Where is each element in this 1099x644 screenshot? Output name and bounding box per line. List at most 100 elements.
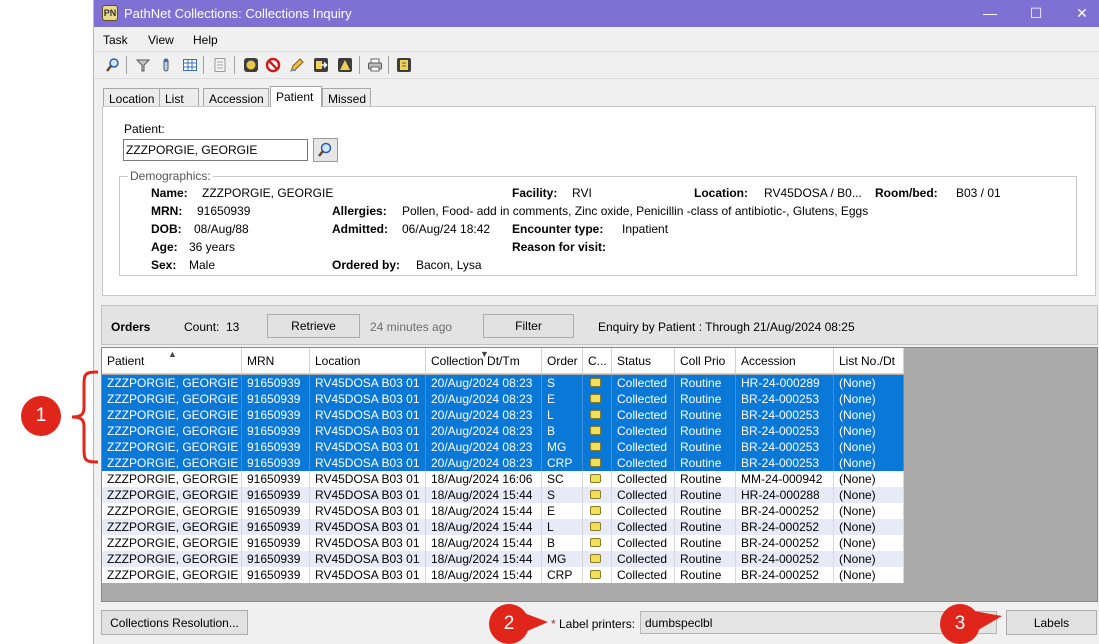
table-row[interactable]: ZZZPORGIE, GEORGIE 91650939 RV45DOSA B03 0… <box>102 551 904 567</box>
collections-resolution-button[interactable]: Collections Resolution... <box>101 610 248 635</box>
column-header-status[interactable]: Status <box>612 348 675 374</box>
cell-location: RV45DOSA B03 01 <box>310 407 426 423</box>
column-label: Status <box>617 354 652 368</box>
room-bed-label: Room/bed: <box>875 186 938 200</box>
orders-grid: Patient ▲ MRN Location Collection Dt/Tm ▼ … <box>101 347 1098 602</box>
cell-prio: Routine <box>675 391 736 407</box>
table-row[interactable]: ZZZPORGIE, GEORGIE 91650939 RV45DOSA B03 0… <box>102 471 904 487</box>
column-header-coll-prio[interactable]: Coll Prio <box>675 348 736 374</box>
location-value: RV45DOSA / B0... <box>764 186 862 200</box>
table-row[interactable]: ZZZPORGIE, GEORGIE 91650939 RV45DOSA B03 0… <box>102 439 904 455</box>
cell-prio: Routine <box>675 519 736 535</box>
callout-2: 2 <box>489 604 529 644</box>
column-header-order[interactable]: Order <box>542 348 583 374</box>
menu-help[interactable]: Help <box>193 33 218 47</box>
container-icon-cell <box>583 535 612 551</box>
cell-location: RV45DOSA B03 01 <box>310 375 426 391</box>
cell-accession: BR-24-000253 <box>736 455 834 471</box>
allergies-value: Pollen, Food- add in comments, Zinc oxid… <box>402 204 869 218</box>
specimen-tube-icon[interactable] <box>158 57 174 73</box>
filter-button[interactable]: Filter <box>483 314 574 338</box>
cell-dt: 20/Aug/2024 08:23 <box>426 391 542 407</box>
close-button[interactable]: ✕ <box>1059 0 1099 27</box>
column-header-accession[interactable]: Accession <box>736 348 834 374</box>
column-header-c[interactable]: C... <box>583 348 612 374</box>
toolbar-separator <box>203 56 204 74</box>
cell-order: S <box>542 375 583 391</box>
selection-bracket <box>71 370 99 464</box>
retrieve-button[interactable]: Retrieve <box>267 314 360 338</box>
container-icon-cell <box>583 375 612 391</box>
table-row[interactable]: ZZZPORGIE, GEORGIE 91650939 RV45DOSA B03 0… <box>102 519 904 535</box>
callout-1: 1 <box>21 396 61 436</box>
menu-task[interactable]: Task <box>103 33 128 47</box>
cell-location: RV45DOSA B03 01 <box>310 471 426 487</box>
table-row[interactable]: ZZZPORGIE, GEORGIE 91650939 RV45DOSA B03 0… <box>102 535 904 551</box>
cell-patient: ZZZPORGIE, GEORGIE <box>102 423 242 439</box>
table-row[interactable]: ZZZPORGIE, GEORGIE 91650939 RV45DOSA B03 0… <box>102 567 904 583</box>
cell-location: RV45DOSA B03 01 <box>310 439 426 455</box>
table-row[interactable]: ZZZPORGIE, GEORGIE 91650939 RV45DOSA B03 0… <box>102 407 904 423</box>
table-row[interactable]: ZZZPORGIE, GEORGIE 91650939 RV45DOSA B03 0… <box>102 375 904 391</box>
column-header-list-no[interactable]: List No./Dt <box>834 348 904 374</box>
cell-patient: ZZZPORGIE, GEORGIE <box>102 471 242 487</box>
patient-search-button[interactable] <box>313 138 338 162</box>
exit-icon[interactable] <box>313 57 329 73</box>
cell-order: CRP <box>542 455 583 471</box>
label-icon[interactable] <box>396 57 412 73</box>
table-row[interactable]: ZZZPORGIE, GEORGIE 91650939 RV45DOSA B03 0… <box>102 487 904 503</box>
mrn-value: 91650939 <box>197 204 251 218</box>
column-header-location[interactable]: Location <box>310 348 426 374</box>
labels-button[interactable]: Labels <box>1006 610 1097 635</box>
document-icon[interactable] <box>212 57 228 73</box>
cell-dt: 18/Aug/2024 15:44 <box>426 551 542 567</box>
cell-dt: 20/Aug/2024 08:23 <box>426 407 542 423</box>
cell-patient: ZZZPORGIE, GEORGIE <box>102 391 242 407</box>
container-icon-cell <box>583 519 612 535</box>
green-circle-icon[interactable] <box>243 57 259 73</box>
table-row[interactable]: ZZZPORGIE, GEORGIE 91650939 RV45DOSA B03 0… <box>102 455 904 471</box>
tab-accession[interactable]: Accession <box>203 88 269 107</box>
cell-accession: BR-24-000252 <box>736 503 834 519</box>
age-value: 36 years <box>189 240 236 254</box>
container-icon-cell <box>583 391 612 407</box>
maximize-button[interactable]: ☐ <box>1013 0 1059 27</box>
table-row[interactable]: ZZZPORGIE, GEORGIE 91650939 RV45DOSA B03 0… <box>102 423 904 439</box>
orders-bar: Orders Count: 13 Retrieve 24 minutes ago… <box>101 305 1098 345</box>
column-header-mrn[interactable]: MRN <box>242 348 310 374</box>
printer-icon[interactable] <box>367 57 383 73</box>
cell-order: L <box>542 519 583 535</box>
container-icon-cell <box>583 551 612 567</box>
tab-list[interactable]: List <box>159 88 199 107</box>
reason-label: Reason for visit: <box>512 240 607 254</box>
patient-input[interactable] <box>123 139 308 161</box>
table-row[interactable]: ZZZPORGIE, GEORGIE 91650939 RV45DOSA B03 0… <box>102 503 904 519</box>
orders-title: Orders <box>111 320 151 334</box>
tab-location[interactable]: Location <box>103 88 160 107</box>
no-entry-icon[interactable] <box>265 57 281 73</box>
magnifier-icon[interactable] <box>105 57 121 73</box>
cell-mrn: 91650939 <box>242 407 310 423</box>
cell-order: S <box>542 487 583 503</box>
funnel-icon[interactable] <box>135 57 151 73</box>
table-row[interactable]: ZZZPORGIE, GEORGIE 91650939 RV45DOSA B03 0… <box>102 391 904 407</box>
cell-location: RV45DOSA B03 01 <box>310 551 426 567</box>
menu-view[interactable]: View <box>148 33 174 47</box>
cell-status: Collected <box>612 487 675 503</box>
allergies-label: Allergies: <box>332 204 387 218</box>
tab-patient[interactable]: Patient <box>270 86 322 107</box>
pencil-icon[interactable] <box>289 57 305 73</box>
tab-missed[interactable]: Missed <box>322 88 371 107</box>
column-header-collection-dt[interactable]: Collection Dt/Tm ▼ <box>426 348 542 374</box>
grid-icon[interactable] <box>182 57 198 73</box>
column-header-patient[interactable]: Patient ▲ <box>102 348 242 374</box>
cell-list: (None) <box>834 455 904 471</box>
sex-label: Sex: <box>151 258 177 272</box>
cell-status: Collected <box>612 503 675 519</box>
cell-mrn: 91650939 <box>242 551 310 567</box>
cell-status: Collected <box>612 407 675 423</box>
cell-prio: Routine <box>675 423 736 439</box>
triangle-flask-icon[interactable] <box>337 57 353 73</box>
minimize-button[interactable]: — <box>967 0 1013 27</box>
encounter-type-value: Inpatient <box>622 222 669 236</box>
